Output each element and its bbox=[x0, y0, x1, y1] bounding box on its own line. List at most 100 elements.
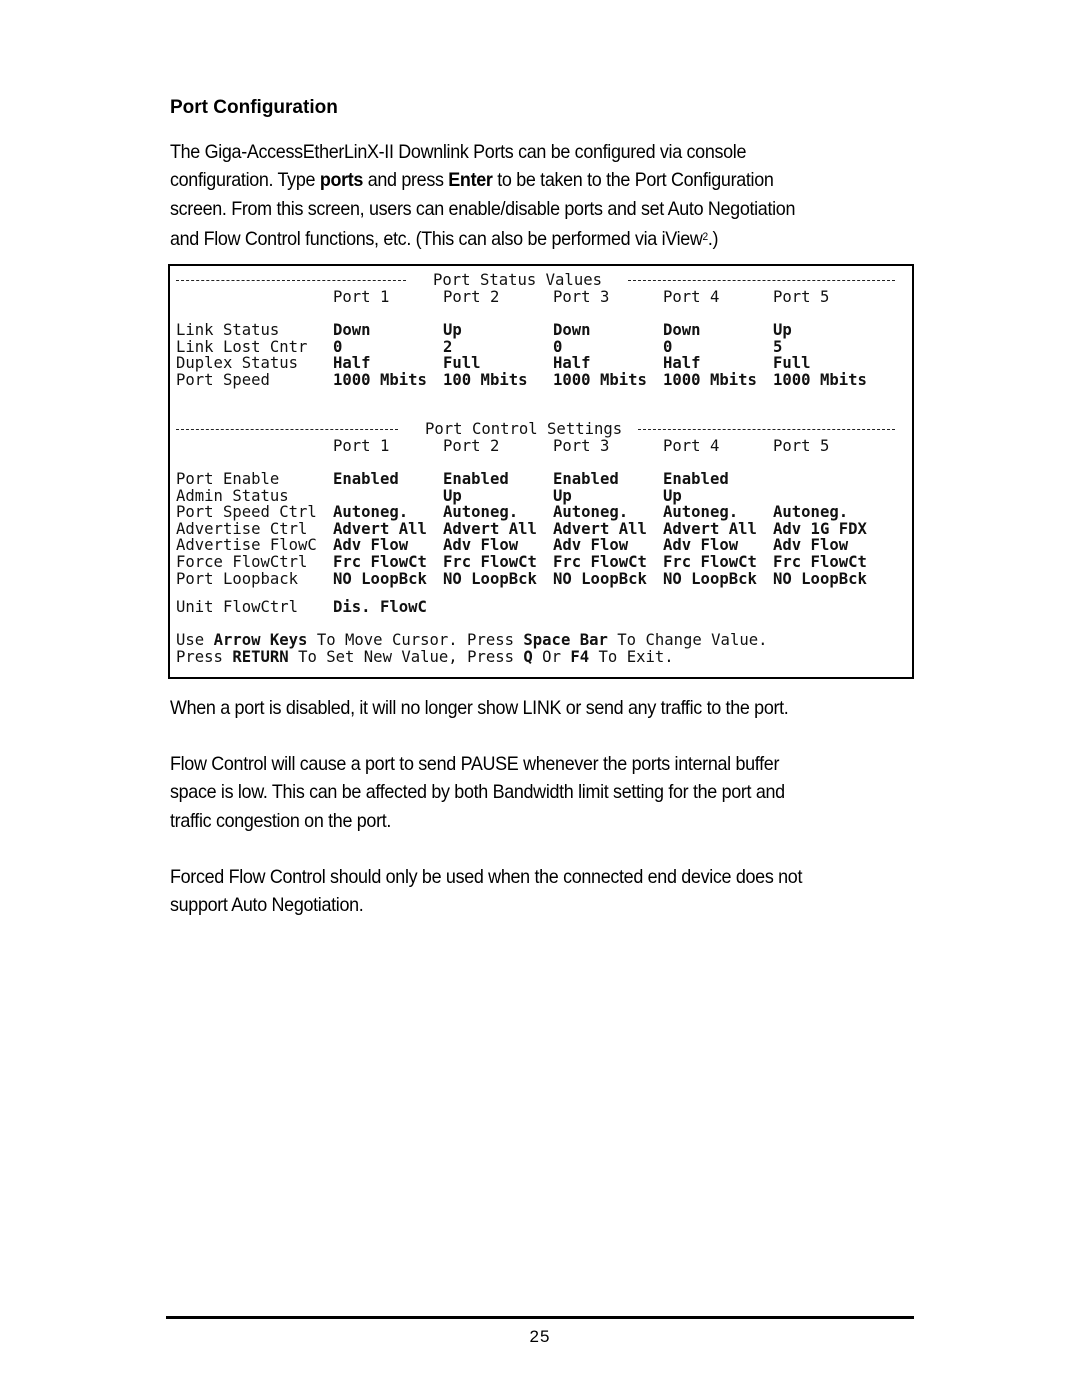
row-label: Advertise FlowC bbox=[176, 536, 317, 555]
dashed-rule bbox=[638, 429, 895, 430]
cell-value: Up bbox=[443, 486, 462, 505]
cell-value: 100 Mbits bbox=[443, 370, 528, 389]
cell-value: Adv 1G FDX bbox=[773, 519, 867, 538]
table-row: Advertise FlowC Adv Flow Adv Flow Adv Flow A… bbox=[170, 537, 912, 554]
cell-value: Autoneg. bbox=[773, 503, 849, 522]
cell-value: Adv Flow bbox=[553, 536, 629, 555]
row-label: Port Speed bbox=[176, 370, 270, 389]
cell-value: Adv Flow bbox=[773, 536, 849, 555]
port-column-header: Port 4 bbox=[663, 288, 720, 306]
page-number: 25 bbox=[529, 1327, 551, 1346]
intro-text: .) bbox=[707, 227, 719, 250]
row-label: Port Speed Ctrl bbox=[176, 503, 317, 522]
cell-value: NO LoopBck bbox=[553, 569, 647, 588]
cell-value: Full bbox=[443, 354, 481, 373]
document-page: Port Configuration The Giga-AccessEtherL… bbox=[0, 0, 1080, 1397]
row-label: Force FlowCtrl bbox=[176, 553, 308, 571]
help-text: Press RETURN To Set New Value, Press Q O… bbox=[176, 647, 674, 666]
port-column-header: Port 2 bbox=[443, 288, 500, 306]
control_section-title-row: Port Control Settings bbox=[170, 421, 912, 438]
key-name: Arrow Keys bbox=[213, 631, 308, 649]
help-text-row: Press RETURN To Set New Value, Press Q O… bbox=[170, 647, 912, 666]
row-label: Link Status bbox=[176, 321, 280, 339]
key-name: Q bbox=[523, 647, 533, 666]
cell-value: Half bbox=[663, 354, 701, 373]
row-label: Admin Status bbox=[176, 486, 289, 505]
cell-value: 1000 Mbits bbox=[553, 370, 647, 389]
cell-value: Autoneg. bbox=[443, 503, 519, 522]
port-column-header: Port 3 bbox=[553, 437, 610, 455]
control_section-port-header-row: Port 1 Port 2 Port 3 Port 4 Port 5 bbox=[170, 438, 912, 455]
cell-value: 2 bbox=[443, 337, 453, 356]
intro-text: and Flow Control functions, etc. (This c… bbox=[170, 227, 703, 250]
cell-value: 1000 Mbits bbox=[333, 370, 427, 389]
table-row: Advertise Ctrl Advert All Advert All Advert… bbox=[170, 519, 912, 538]
key-name: RETURN bbox=[232, 647, 289, 666]
status_section-port-header-row: Port 1 Port 2 Port 3 Port 4 Port 5 bbox=[170, 289, 912, 306]
cell-value: Enabled bbox=[443, 470, 509, 488]
cell-value: Advert All bbox=[443, 519, 537, 538]
row-label: Link Lost Cntr bbox=[176, 337, 308, 356]
help-segment: To Change Value. bbox=[607, 631, 768, 649]
section-heading: Port Configuration bbox=[170, 97, 338, 118]
help-segment: To Exit. bbox=[589, 647, 674, 666]
cell-value: 1000 Mbits bbox=[663, 370, 757, 389]
footer-rule bbox=[166, 1316, 914, 1319]
flow-line-1: Flow Control will cause a port to send P… bbox=[170, 753, 780, 775]
help-segment: Press bbox=[176, 647, 233, 666]
intro-text: and press bbox=[363, 169, 449, 192]
cell-value: 5 bbox=[773, 337, 783, 356]
intro-line-2: configuration. Type ports and press Ente… bbox=[170, 166, 795, 194]
table-row: Link Lost Cntr 0 2 0 0 5 bbox=[170, 337, 912, 356]
cell-value: Advert All bbox=[333, 519, 427, 538]
table-row: Port Loopback NO LoopBck NO LoopBck NO Loop… bbox=[170, 569, 912, 588]
table-row: Force FlowCtrl Frc FlowCt Frc FlowCt Frc Fl… bbox=[170, 554, 912, 571]
table-row: Duplex Status Half Full Half Half Full bbox=[170, 355, 912, 372]
cell-value: 1000 Mbits bbox=[773, 370, 867, 389]
cell-value: Frc FlowCt bbox=[553, 553, 647, 571]
cell-value: Advert All bbox=[663, 519, 757, 538]
cell-value: Down bbox=[663, 321, 701, 339]
cell-value: NO LoopBck bbox=[333, 569, 427, 588]
port-column-header: Port 2 bbox=[443, 437, 500, 455]
cell-value: Full bbox=[773, 354, 811, 373]
cell-value: 0 bbox=[663, 337, 673, 356]
table-row: Port Speed 1000 Mbits 100 Mbits 1000 Mbits 1… bbox=[170, 370, 912, 389]
flow-control-paragraph: Flow Control will cause a port to send P… bbox=[170, 750, 785, 835]
section-title: Port Status Values bbox=[433, 271, 602, 289]
intro-line-1: The Giga-AccessEtherLinX-II Downlink Por… bbox=[170, 141, 747, 163]
table-row: Port Enable Enabled Enabled Enabled Enabled bbox=[170, 471, 912, 488]
intro-text: configuration. Type bbox=[170, 169, 320, 192]
cell-value: NO LoopBck bbox=[443, 569, 537, 588]
cell-value: Enabled bbox=[663, 470, 729, 488]
intro-paragraph: The Giga-AccessEtherLinX-II Downlink Por… bbox=[170, 138, 795, 253]
cell-value: Up bbox=[553, 486, 572, 505]
key-name: F4 bbox=[570, 647, 590, 666]
cell-value: Autoneg. bbox=[663, 503, 739, 522]
cell-value: NO LoopBck bbox=[663, 569, 757, 588]
cell-value: Up bbox=[773, 321, 792, 339]
cell-value: Frc FlowCt bbox=[333, 553, 427, 571]
cell-value: Dis. FlowC bbox=[333, 598, 427, 616]
cell-value: Frc FlowCt bbox=[663, 553, 757, 571]
table-row: Port Speed Ctrl Autoneg. Autoneg. Autoneg. A… bbox=[170, 504, 912, 521]
cell-value: Half bbox=[553, 354, 591, 373]
cell-value: NO LoopBck bbox=[773, 569, 867, 588]
unit-flowctrl-row: Unit FlowCtrl Dis. FlowC bbox=[170, 599, 912, 616]
forced-line-1: Forced Flow Control should only be used … bbox=[170, 866, 803, 888]
cell-value: Up bbox=[663, 486, 682, 505]
cell-value: 0 bbox=[333, 337, 343, 356]
row-label: Port Enable bbox=[176, 470, 280, 488]
flow-line-3: traffic congestion on the port. bbox=[170, 809, 392, 832]
cell-value: Autoneg. bbox=[553, 503, 629, 522]
help-segment: To Move Cursor. Press bbox=[307, 631, 524, 649]
status_section-title-row: Port Status Values bbox=[170, 272, 912, 289]
port-column-header: Port 4 bbox=[663, 437, 720, 455]
row-label: Advertise Ctrl bbox=[176, 519, 308, 538]
port-column-header: Port 5 bbox=[773, 288, 830, 306]
cell-value: Half bbox=[333, 354, 371, 373]
cell-value: Down bbox=[333, 321, 371, 339]
cell-value: Enabled bbox=[553, 470, 619, 488]
flow-line-2: space is low. This can be affected by bo… bbox=[170, 781, 785, 804]
port-column-header: Port 1 bbox=[333, 437, 390, 455]
